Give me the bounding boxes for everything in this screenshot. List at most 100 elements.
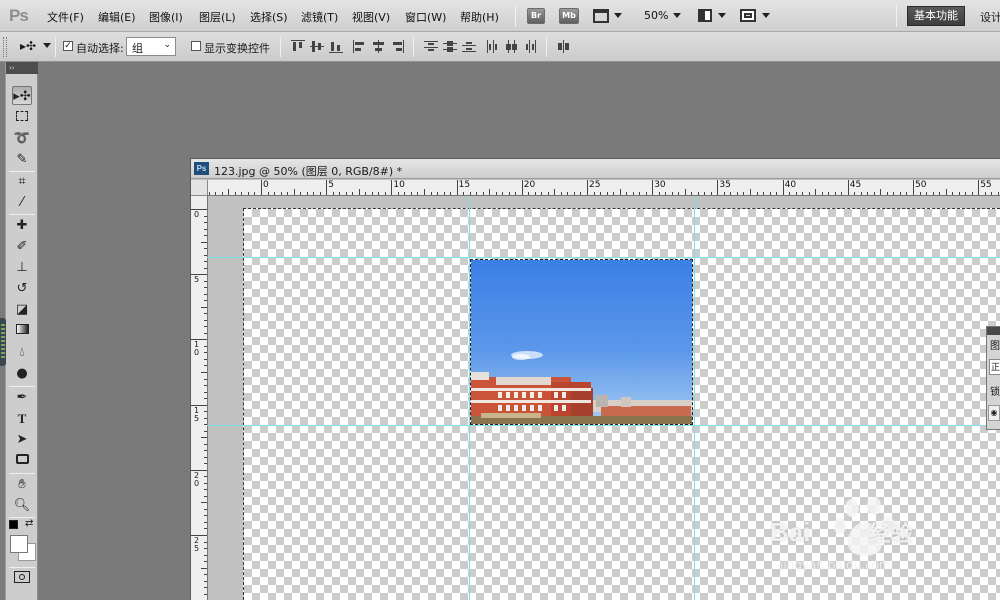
ruler-tick xyxy=(450,192,452,195)
ruler-tick xyxy=(913,180,914,195)
watermark-brand-cn: 经验 xyxy=(868,521,913,546)
ruler-tick xyxy=(828,192,830,195)
chevron-down-icon[interactable] xyxy=(673,13,681,18)
brush-icon[interactable]: ✐ xyxy=(12,237,32,256)
dodge-icon[interactable]: ● xyxy=(12,364,32,383)
align-right-icon[interactable] xyxy=(391,40,405,53)
zoom-level[interactable]: 50% xyxy=(644,9,668,22)
hand-icon[interactable]: ✋︎ xyxy=(12,475,32,494)
pen-icon[interactable]: ✒ xyxy=(12,388,32,407)
history-brush-icon[interactable]: ↺ xyxy=(12,279,32,298)
workspace-design-button[interactable]: 设计 xyxy=(980,9,1000,25)
auto-select-dropdown[interactable]: 组 ⌄ xyxy=(126,37,176,56)
align-vertical-center-icon[interactable] xyxy=(310,40,324,53)
ruler-tick xyxy=(204,365,207,367)
distribute-bottom-icon[interactable] xyxy=(462,40,476,53)
ruler-tick xyxy=(789,192,791,195)
horizontal-ruler[interactable]: 0 5 10 15 20 25 30 35 40 45 50 55 xyxy=(208,180,1000,196)
ruler-origin[interactable] xyxy=(191,180,208,196)
ruler-tick xyxy=(939,192,941,195)
menu-window[interactable]: 窗口(W) xyxy=(405,9,446,25)
align-left-icon[interactable] xyxy=(353,40,367,53)
ruler-tick xyxy=(658,192,660,195)
auto-align-layers-icon[interactable] xyxy=(557,40,571,53)
menu-edit[interactable]: 编辑(E) xyxy=(98,9,136,25)
align-horizontal-center-icon[interactable] xyxy=(372,40,386,53)
ruler-tick xyxy=(352,192,354,195)
bridge-button[interactable]: Br xyxy=(527,8,545,24)
chevron-down-icon[interactable] xyxy=(614,13,622,18)
options-grip[interactable] xyxy=(3,37,7,57)
blend-mode-field[interactable]: 正 xyxy=(989,359,1000,375)
move-tool-preset-icon[interactable]: ▸✣ xyxy=(20,39,36,53)
path-selection-icon[interactable]: ➤ xyxy=(12,430,32,449)
document-tab[interactable]: Ps 123.jpg @ 50% (图层 0, RGB/8#) * xyxy=(191,159,1000,179)
tools-panel-header[interactable]: ›› xyxy=(6,62,38,74)
align-bottom-icon[interactable] xyxy=(329,40,343,53)
guide-horizontal[interactable] xyxy=(207,425,1000,426)
ruler-tick xyxy=(899,192,901,195)
arrange-documents-icon[interactable] xyxy=(698,9,712,22)
ruler-tick xyxy=(958,192,960,195)
mini-bridge-button[interactable]: Mb xyxy=(559,8,579,24)
menu-select[interactable]: 选择(S) xyxy=(250,9,288,25)
distribute-right-icon[interactable] xyxy=(524,40,538,53)
ruler-tick xyxy=(204,332,207,334)
menu-view[interactable]: 视图(V) xyxy=(352,9,390,25)
zoom-icon[interactable]: 🔍︎ xyxy=(12,496,32,515)
menu-help[interactable]: 帮助(H) xyxy=(460,9,499,25)
distribute-horizontal-center-icon[interactable] xyxy=(505,40,519,53)
default-colors-icon[interactable] xyxy=(9,520,18,529)
blur-icon[interactable]: 💧︎ xyxy=(12,343,32,362)
quick-selection-icon[interactable]: ✎ xyxy=(12,150,32,169)
eraser-icon[interactable]: ◪ xyxy=(12,300,32,319)
align-top-icon[interactable] xyxy=(291,40,305,53)
clone-stamp-icon[interactable]: ⊥ xyxy=(12,258,32,277)
options-divider xyxy=(55,37,56,57)
ruler-tick xyxy=(495,192,497,195)
ruler-tick xyxy=(247,192,249,195)
ruler-tick xyxy=(600,192,602,195)
swap-colors-icon[interactable]: ⇄ xyxy=(25,518,33,529)
chevron-down-icon[interactable] xyxy=(762,13,770,18)
ruler-tick xyxy=(469,192,471,195)
chevron-down-icon[interactable] xyxy=(43,43,51,48)
show-transform-checkbox[interactable] xyxy=(191,41,201,51)
panel-collapse-handle[interactable] xyxy=(0,318,6,366)
healing-brush-icon[interactable]: ✚ xyxy=(12,216,32,235)
gradient-icon[interactable] xyxy=(12,321,32,340)
extras-icon[interactable] xyxy=(593,9,609,23)
quick-mask-icon[interactable] xyxy=(14,571,30,583)
chevron-down-icon[interactable] xyxy=(718,13,726,18)
visibility-eye-icon[interactable]: ◉ xyxy=(988,405,1000,421)
eyedropper-icon[interactable]: ⁄ xyxy=(12,193,32,212)
panel-tab-label[interactable]: 图 xyxy=(990,337,1000,352)
ruler-label: 40 xyxy=(784,180,797,190)
auto-select-checkbox[interactable]: ✓ xyxy=(63,41,73,51)
screen-mode-icon[interactable] xyxy=(740,9,756,22)
distribute-top-icon[interactable] xyxy=(424,40,438,53)
crop-icon[interactable]: ⌗ xyxy=(12,172,32,191)
rectangle-shape-icon[interactable] xyxy=(12,451,32,470)
placed-photo-layer[interactable] xyxy=(470,259,693,425)
menu-file[interactable]: 文件(F) xyxy=(47,9,84,25)
vertical-ruler[interactable]: 0 5 10 15 20 25 xyxy=(191,196,208,600)
distribute-vertical-center-icon[interactable] xyxy=(443,40,457,53)
move-tool-icon[interactable]: ▸✣ xyxy=(12,86,32,105)
lasso-icon[interactable]: ➰ xyxy=(12,129,32,148)
ruler-tick xyxy=(482,192,484,195)
menu-layer[interactable]: 图层(L) xyxy=(199,9,236,25)
ruler-tick xyxy=(410,192,412,195)
type-icon[interactable]: T xyxy=(12,409,32,428)
ruler-tick xyxy=(463,192,465,195)
distribute-left-icon[interactable] xyxy=(486,40,500,53)
menu-filter[interactable]: 滤镜(T) xyxy=(301,9,338,25)
rectangular-marquee-icon[interactable] xyxy=(12,108,32,127)
tools-panel: ›› ▸✣ ➰ ✎ ⌗ ⁄ ✚ ✐ ⊥ ↺ ◪ 💧︎ ● ✒ T ➤ ✋︎ 🔍︎… xyxy=(5,62,38,600)
workspace-essentials-button[interactable]: 基本功能 xyxy=(907,6,965,26)
guide-horizontal[interactable] xyxy=(207,257,1000,258)
menu-image[interactable]: 图像(I) xyxy=(149,9,183,25)
ruler-tick xyxy=(515,192,517,195)
foreground-color-swatch[interactable] xyxy=(10,535,28,553)
panel-header[interactable] xyxy=(987,327,1000,335)
